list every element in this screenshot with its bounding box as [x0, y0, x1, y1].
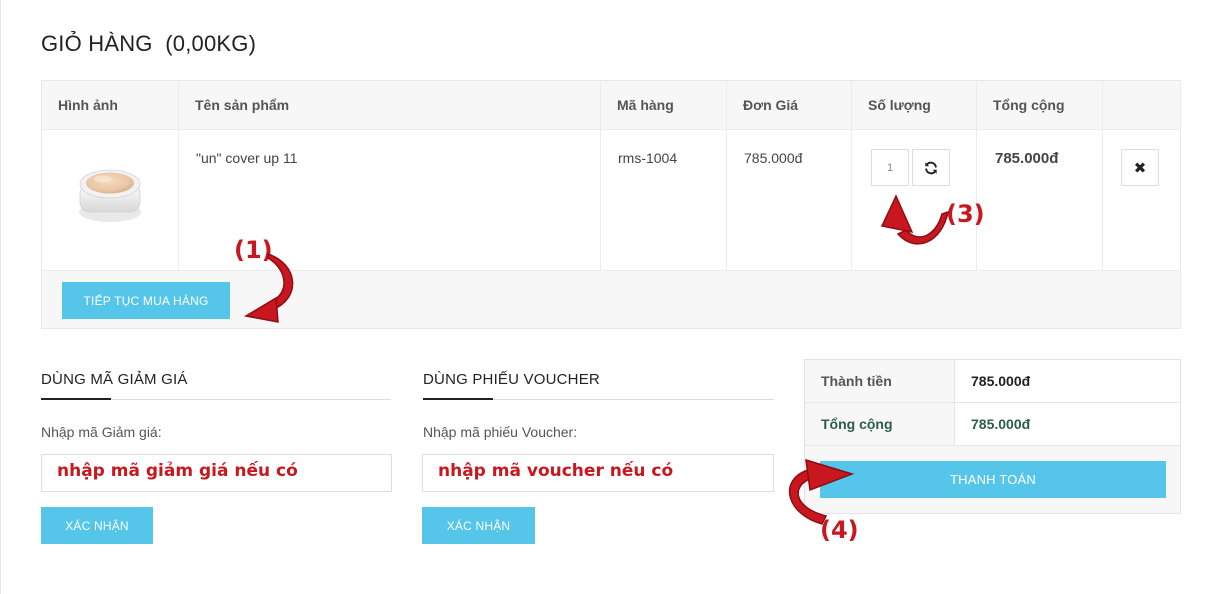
line-total: 785.000đ — [995, 150, 1059, 167]
subtotal-row: Thành tiền 785.000đ — [805, 360, 1180, 403]
header-unit-price: Đơn Giá — [727, 81, 852, 130]
voucher-hint: nhập mã voucher nếu có — [438, 461, 674, 481]
update-quantity-button[interactable] — [912, 149, 950, 186]
page-left-border — [0, 0, 1, 594]
product-sku: rms-1004 — [618, 150, 678, 166]
cell-image — [42, 130, 179, 271]
apply-coupon-button[interactable]: XÁC NHẬN — [41, 507, 153, 544]
unit-price: 785.000đ — [744, 150, 803, 166]
voucher-title-underline — [423, 398, 493, 400]
quantity-input[interactable] — [871, 149, 909, 186]
voucher-code-input[interactable]: nhập mã voucher nếu có — [422, 454, 774, 492]
continue-shopping-button[interactable]: TIẾP TỤC MUA HÀNG — [62, 282, 230, 319]
cell-remove: ✖ — [1103, 130, 1180, 271]
refresh-icon — [925, 161, 937, 174]
header-quantity: Số lượng — [852, 81, 977, 130]
product-name[interactable]: "un" cover up 11 — [196, 150, 298, 166]
cart-table-header: Hình ảnh Tên sản phẩm Mã hàng Đơn Giá Số… — [42, 81, 1180, 130]
annotation-3: (3) — [946, 200, 985, 228]
subtotal-label: Thành tiền — [805, 360, 955, 402]
header-product-name: Tên sản phẩm — [179, 81, 601, 130]
grand-total-row: Tổng cộng 785.000đ — [805, 403, 1180, 446]
coupon-section-title: DÙNG MÃ GIẢM GIÁ — [41, 371, 188, 388]
coupon-field-label: Nhập mã Giảm giá: — [41, 424, 162, 440]
close-icon: ✖ — [1133, 159, 1147, 177]
voucher-field-label: Nhập mã phiếu Voucher: — [423, 424, 578, 440]
header-actions — [1103, 81, 1180, 130]
product-thumbnail[interactable] — [77, 160, 143, 226]
coupon-hint: nhập mã giảm giá nếu có — [57, 461, 298, 481]
subtotal-value: 785.000đ — [971, 373, 1031, 389]
cell-unit-price: 785.000đ — [727, 130, 852, 271]
table-row: "un" cover up 11 rms-1004 785.000đ 785.0… — [42, 130, 1180, 271]
apply-voucher-button[interactable]: XÁC NHẬN — [422, 507, 535, 544]
header-sku: Mã hàng — [601, 81, 727, 130]
coupon-title-underline — [41, 398, 111, 400]
arrow-annotation-4-icon — [788, 458, 855, 525]
page-title: GIỎ HÀNG (0,00KG) — [41, 31, 257, 56]
voucher-section-title: DÙNG PHIẾU VOUCHER — [423, 371, 600, 388]
checkout-button[interactable]: THANH TOÁN — [820, 461, 1166, 498]
header-image: Hình ảnh — [42, 81, 179, 130]
cell-total: 785.000đ — [977, 130, 1103, 271]
arrow-annotation-3-icon — [880, 194, 949, 245]
remove-item-button[interactable]: ✖ — [1121, 149, 1159, 186]
grand-total-value: 785.000đ — [971, 416, 1031, 432]
coupon-code-input[interactable]: nhập mã giảm giá nếu có — [41, 454, 392, 492]
cart-table: Hình ảnh Tên sản phẩm Mã hàng Đơn Giá Số… — [41, 80, 1181, 329]
header-total: Tổng cộng — [977, 81, 1103, 130]
grand-total-label: Tổng cộng — [805, 403, 955, 445]
order-totals: Thành tiền 785.000đ Tổng cộng 785.000đ T… — [804, 359, 1181, 514]
arrow-annotation-1-icon — [243, 252, 294, 323]
cell-sku: rms-1004 — [601, 130, 727, 271]
